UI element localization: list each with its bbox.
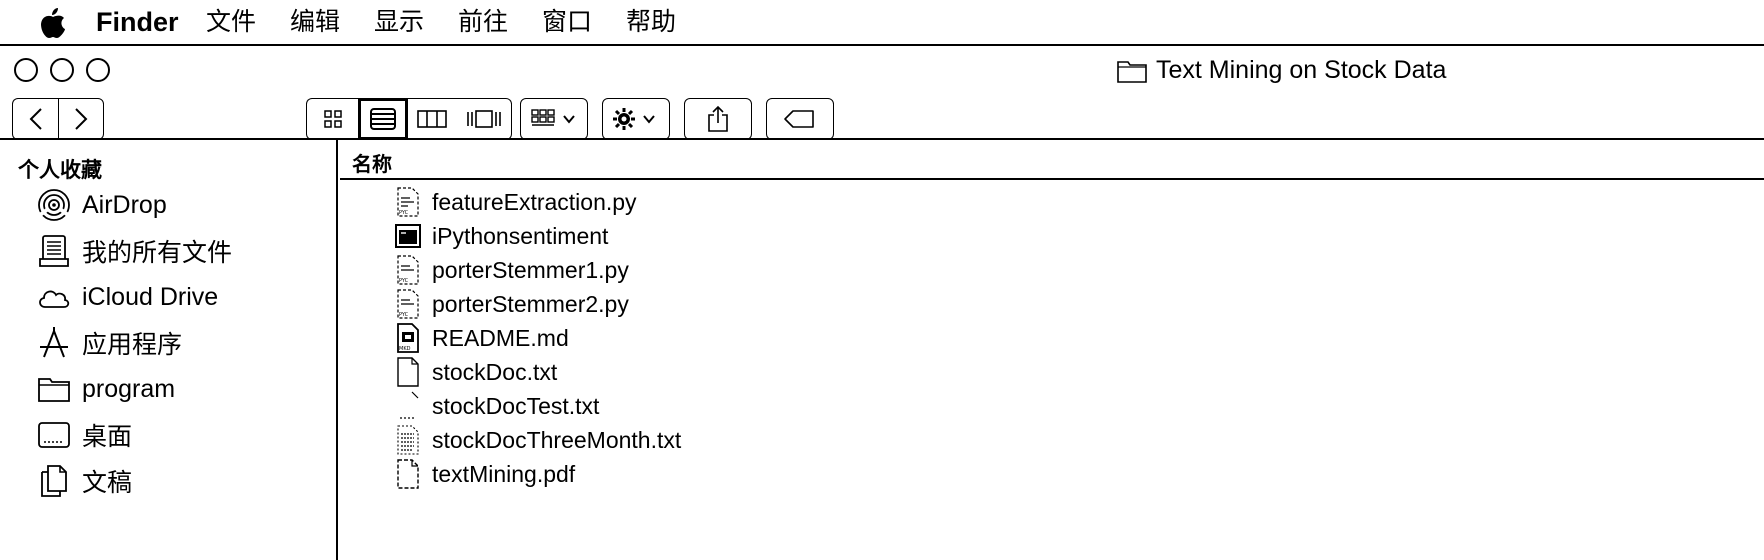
column-view-icon xyxy=(417,110,447,128)
gallery-view-button[interactable] xyxy=(456,98,512,140)
sidebar-item-label: AirDrop xyxy=(82,190,167,219)
list-view-button[interactable] xyxy=(358,98,408,140)
zoom-window-button[interactable] xyxy=(86,58,110,82)
sidebar-item-airdrop[interactable]: AirDrop xyxy=(36,185,167,225)
file-name: stockDocThreeMonth.txt xyxy=(432,426,682,453)
minimize-window-button[interactable] xyxy=(50,58,74,82)
apple-logo-icon[interactable] xyxy=(38,4,68,40)
all-files-icon xyxy=(39,235,69,267)
svg-text:PYC: PYC xyxy=(399,278,409,284)
list-view-icon xyxy=(370,108,396,130)
window-title-text: Text Mining on Stock Data xyxy=(1156,56,1447,84)
svg-text:MKD: MKD xyxy=(399,346,411,352)
gear-icon xyxy=(613,108,655,130)
file-name: porterStemmer2.py xyxy=(432,290,629,317)
documents-icon xyxy=(41,465,67,497)
file-row[interactable]: textMining.pdf xyxy=(394,457,575,491)
column-header: 名称 xyxy=(340,140,1764,180)
file-row[interactable]: PYC featureExtraction.py xyxy=(394,185,637,219)
icon-view-icon xyxy=(323,110,342,128)
sidebar: 个人收藏 AirDrop 我的所有文件 iCloud Drive 应用程序 pr… xyxy=(0,140,338,560)
group-by-icon xyxy=(531,109,575,126)
sidebar-item-label: program xyxy=(82,374,176,403)
file-row[interactable]: stockDoc.txt xyxy=(394,355,557,389)
sidebar-item-desktop[interactable]: 桌面 xyxy=(36,415,132,455)
applications-icon xyxy=(40,327,68,358)
menu-view[interactable]: 显示 xyxy=(374,6,424,38)
column-view-button[interactable] xyxy=(408,98,456,140)
file-list: 名称 PYC featureExtraction.py iPythonsenti… xyxy=(340,140,1764,560)
share-button[interactable] xyxy=(684,98,752,140)
file-row[interactable]: iPythonsentiment xyxy=(394,219,608,253)
text-file-icon xyxy=(397,425,419,455)
file-row[interactable]: MKD README.md xyxy=(394,321,569,355)
menu-window[interactable]: 窗口 xyxy=(542,6,592,38)
file-name: iPythonsentiment xyxy=(432,222,609,249)
sidebar-item-label: iCloud Drive xyxy=(82,282,219,311)
file-name: porterStemmer1.py xyxy=(432,256,629,283)
file-row[interactable]: stockDocTest.txt xyxy=(394,389,599,423)
folder-icon xyxy=(38,378,70,402)
file-name: featureExtraction.py xyxy=(432,188,637,215)
svg-text:PYC: PYC xyxy=(399,210,409,216)
action-menu-button[interactable] xyxy=(602,98,670,140)
python-file-icon: PYC xyxy=(397,255,419,285)
text-file-icon xyxy=(400,391,419,419)
sidebar-item-icloud-drive[interactable]: iCloud Drive xyxy=(36,277,218,317)
file-row[interactable]: stockDocThreeMonth.txt xyxy=(394,423,681,457)
sidebar-item-applications[interactable]: 应用程序 xyxy=(36,323,182,363)
sidebar-item-label: 应用程序 xyxy=(82,331,183,359)
sidebar-item-label: 我的所有文件 xyxy=(82,239,233,267)
folder-icon xyxy=(1117,60,1147,83)
menu-help[interactable]: 帮助 xyxy=(626,6,676,38)
menu-go[interactable]: 前往 xyxy=(458,6,508,38)
group-by-button[interactable] xyxy=(520,98,588,140)
sidebar-item-label: 桌面 xyxy=(82,423,133,451)
back-forward-control xyxy=(12,98,104,140)
share-icon xyxy=(708,105,728,132)
file-row[interactable]: PYC porterStemmer1.py xyxy=(394,253,629,287)
chevron-right-icon xyxy=(75,108,88,130)
file-name: textMining.pdf xyxy=(432,460,576,487)
airdrop-icon xyxy=(38,189,70,221)
text-file-icon xyxy=(397,357,419,387)
back-button[interactable] xyxy=(12,98,58,140)
tag-icon xyxy=(784,110,814,128)
menu-finder[interactable]: Finder xyxy=(96,6,179,38)
svg-text:PYC: PYC xyxy=(399,312,409,318)
file-name: stockDoc.txt xyxy=(432,358,558,385)
executable-icon xyxy=(395,224,421,248)
column-header-name[interactable]: 名称 xyxy=(352,148,392,177)
pdf-file-icon xyxy=(397,459,419,489)
window-title: Text Mining on Stock Data xyxy=(1116,56,1446,85)
close-window-button[interactable] xyxy=(14,58,38,82)
python-file-icon: PYC xyxy=(397,289,419,319)
gallery-view-icon xyxy=(466,110,501,128)
desktop-icon xyxy=(38,422,70,448)
menu-edit[interactable]: 编辑 xyxy=(290,6,340,38)
menu-file[interactable]: 文件 xyxy=(206,6,256,38)
sidebar-item-label: 文稿 xyxy=(82,469,133,497)
cloud-icon xyxy=(39,290,70,308)
file-row[interactable]: PYC porterStemmer2.py xyxy=(394,287,629,321)
sidebar-item-documents[interactable]: 文稿 xyxy=(36,461,132,501)
forward-button[interactable] xyxy=(58,98,104,140)
python-file-icon: PYC xyxy=(397,187,419,217)
markdown-file-icon: MKD xyxy=(397,323,419,353)
favorites-header: 个人收藏 xyxy=(18,158,102,182)
menu-bar: Finder 文件 编辑 显示 前往 窗口 帮助 xyxy=(0,0,1764,44)
sidebar-item-program[interactable]: program xyxy=(36,369,175,409)
sidebar-item-all-files[interactable]: 我的所有文件 xyxy=(36,231,232,271)
file-name: README.md xyxy=(432,324,569,351)
chevron-left-icon xyxy=(29,108,42,130)
icon-view-button[interactable] xyxy=(306,98,358,140)
tag-button[interactable] xyxy=(766,98,834,140)
view-mode-control xyxy=(306,98,512,140)
file-name: stockDocTest.txt xyxy=(432,392,600,419)
